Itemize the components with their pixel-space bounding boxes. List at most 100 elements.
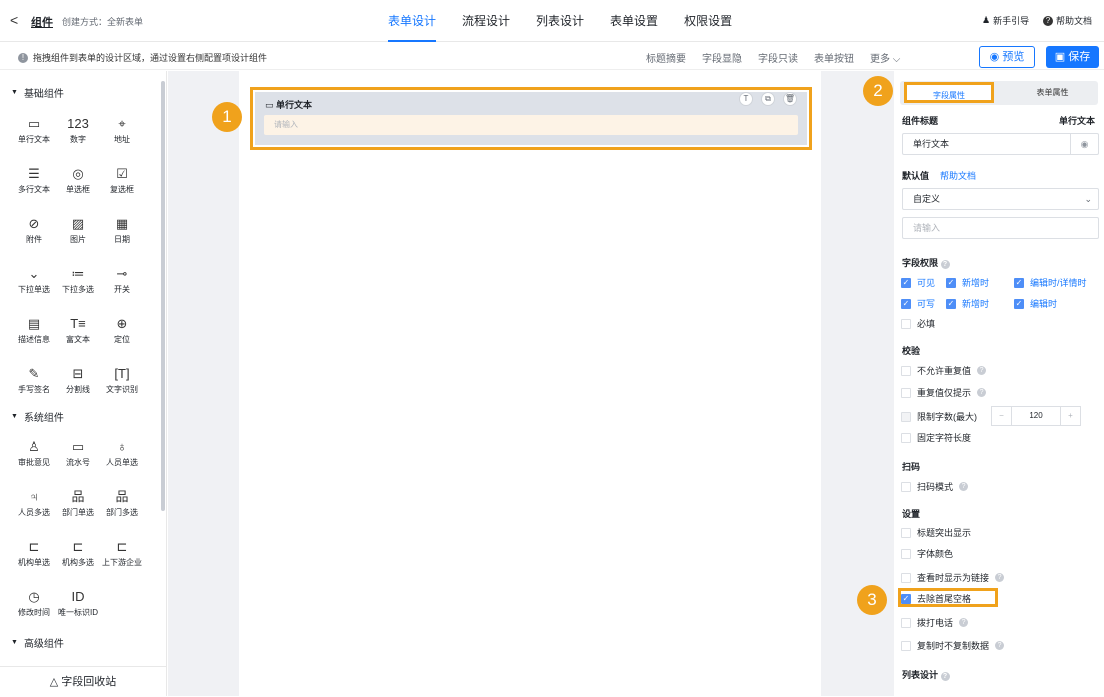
checkbox[interactable] xyxy=(901,318,911,329)
component-item[interactable]: ▦ 日期 xyxy=(98,216,146,245)
tab-field-properties[interactable]: 字段属性 xyxy=(904,82,994,103)
field-input[interactable]: 请输入 xyxy=(264,115,798,135)
form-buttons-button[interactable]: 表单按钮 xyxy=(814,50,854,65)
checkbox[interactable] xyxy=(901,548,911,559)
group-advanced[interactable]: ▼ 高级组件 xyxy=(11,635,64,650)
tab-form-settings[interactable]: 表单设置 xyxy=(597,0,671,42)
tab-form-design[interactable]: 表单设计 xyxy=(375,0,449,42)
component-item[interactable]: ♙ 审批意见 xyxy=(10,439,58,468)
guide-link[interactable]: ♟ 新手引导 xyxy=(982,14,1029,27)
save-button[interactable]: ▣ 保存 xyxy=(1046,46,1099,68)
minus-button[interactable]: − xyxy=(992,407,1012,425)
checkbox-checked[interactable]: ✓ xyxy=(946,277,956,288)
component-item[interactable]: ⊕ 定位 xyxy=(98,316,146,345)
group-system[interactable]: ▼ 系统组件 xyxy=(11,409,64,424)
checkbox[interactable] xyxy=(901,572,911,583)
default-input[interactable]: 请输入 xyxy=(902,217,1099,239)
perm-visible-add[interactable]: ✓ 新增时 xyxy=(946,276,989,289)
perm-visible-edit[interactable]: ✓ 编辑时/详情时 xyxy=(1014,276,1087,289)
component-item[interactable]: [T] 文字识别 xyxy=(98,366,146,395)
perm-writable-edit[interactable]: ✓ 编辑时 xyxy=(1014,297,1057,310)
default-select[interactable]: 自定义 ⌄ xyxy=(902,188,1099,210)
component-item[interactable]: ⌖ 地址 xyxy=(98,116,146,145)
copy-icon[interactable]: ⧉ xyxy=(761,92,775,106)
component-item[interactable]: ⊏ 机构单选 xyxy=(10,539,58,568)
limit-stepper[interactable]: − 120 + xyxy=(991,406,1081,426)
more-dropdown[interactable]: 更多 ⌵ xyxy=(870,50,900,65)
limit-value[interactable]: 120 xyxy=(1012,407,1060,425)
verify-limit-chars[interactable]: 限制字数(最大) xyxy=(901,410,977,423)
component-item[interactable]: ▭ 流水号 xyxy=(54,439,102,468)
component-item[interactable]: ⊘ 附件 xyxy=(10,216,58,245)
component-item[interactable]: ID 唯一标识ID xyxy=(54,589,102,618)
component-item[interactable]: ▤ 描述信息 xyxy=(10,316,58,345)
setting-title-highlight[interactable]: 标题突出显示 xyxy=(901,526,971,539)
group-basic[interactable]: ▼ 基础组件 xyxy=(11,85,64,100)
component-item[interactable]: ✎ 手写签名 xyxy=(10,366,58,395)
component-item[interactable]: ◎ 单选框 xyxy=(54,166,102,195)
perm-required[interactable]: 必填 xyxy=(901,317,935,330)
verify-no-duplicate[interactable]: 不允许重复值? xyxy=(901,364,987,377)
perm-writable-add[interactable]: ✓ 新增时 xyxy=(946,297,989,310)
checkbox-checked[interactable]: ✓ xyxy=(901,593,911,604)
component-item[interactable]: ♁ 人员单选 xyxy=(98,439,146,468)
component-item[interactable]: T≡ 富文本 xyxy=(54,316,102,345)
scan-mode[interactable]: 扫码模式? xyxy=(901,480,969,493)
preview-button[interactable]: ◉ 预览 xyxy=(979,46,1035,68)
help-doc-link[interactable]: 帮助文档 xyxy=(940,169,976,182)
delete-icon[interactable]: 🗑 xyxy=(783,92,797,106)
verify-duplicate-hint[interactable]: 重复值仅提示? xyxy=(901,386,987,399)
title-input[interactable]: 单行文本 ◉ xyxy=(902,133,1099,155)
component-item[interactable]: ⊏ 上下游企业 xyxy=(98,539,146,568)
back-icon[interactable]: < xyxy=(10,12,18,28)
component-item[interactable]: ▨ 图片 xyxy=(54,216,102,245)
setting-call-phone[interactable]: 拨打电话? xyxy=(901,616,969,629)
checkbox-checked[interactable]: ✓ xyxy=(901,277,911,288)
checkbox[interactable] xyxy=(901,432,911,443)
app-title[interactable]: 组件 xyxy=(31,14,53,30)
component-item[interactable]: ☑ 复选框 xyxy=(98,166,146,195)
plus-button[interactable]: + xyxy=(1060,407,1080,425)
scrollbar[interactable] xyxy=(161,81,165,511)
perm-visible[interactable]: ✓ 可见 xyxy=(901,276,935,289)
checkbox-checked[interactable]: ✓ xyxy=(901,298,911,309)
checkbox[interactable] xyxy=(901,387,911,398)
component-item[interactable]: 品部门单选 xyxy=(54,489,102,518)
checkbox-checked[interactable]: ✓ xyxy=(1014,298,1024,309)
eye-icon[interactable]: ◉ xyxy=(1070,134,1098,154)
field-readonly-button[interactable]: 字段只读 xyxy=(758,50,798,65)
component-item[interactable]: ♃ 人员多选 xyxy=(10,489,58,518)
checkbox-checked[interactable]: ✓ xyxy=(1014,277,1024,288)
checkbox[interactable] xyxy=(901,617,911,628)
setting-trim-spaces[interactable]: ✓ 去除首尾空格 xyxy=(901,592,971,605)
checkbox[interactable] xyxy=(901,527,911,538)
tab-list-design[interactable]: 列表设计 xyxy=(523,0,597,42)
checkbox-disabled[interactable] xyxy=(901,411,911,422)
selected-field[interactable]: ▭ 单行文本 T ⧉ 🗑 请输入 xyxy=(250,87,812,150)
component-item[interactable]: ≔ 下拉多选 xyxy=(54,266,102,295)
component-item[interactable]: ⊏ 机构多选 xyxy=(54,539,102,568)
component-item[interactable]: 123 数字 xyxy=(54,116,102,145)
field-recycle-bin[interactable]: △ 字段回收站 xyxy=(0,666,166,696)
tab-form-properties[interactable]: 表单属性 xyxy=(1004,81,1101,105)
help-link[interactable]: ? 帮助文档 xyxy=(1043,14,1092,27)
verify-fixed-length[interactable]: 固定字符长度 xyxy=(901,431,971,444)
tab-permissions[interactable]: 权限设置 xyxy=(671,0,745,42)
component-item[interactable]: ▭ 单行文本 xyxy=(10,116,58,145)
text-format-icon[interactable]: T xyxy=(739,92,753,106)
setting-font-color[interactable]: 字体颜色 xyxy=(901,547,953,560)
title-summary-button[interactable]: 标题摘要 xyxy=(646,50,686,65)
setting-show-link[interactable]: 查看时显示为链接? xyxy=(901,571,1005,584)
checkbox[interactable] xyxy=(901,365,911,376)
checkbox-checked[interactable]: ✓ xyxy=(946,298,956,309)
component-item[interactable]: ◷ 修改时间 xyxy=(10,589,58,618)
setting-no-copy[interactable]: 复制时不复制数据? xyxy=(901,639,1005,652)
component-item[interactable]: ⊟ 分割线 xyxy=(54,366,102,395)
component-item[interactable]: ⊸ 开关 xyxy=(98,266,146,295)
component-item[interactable]: 品部门多选 xyxy=(98,489,146,518)
checkbox[interactable] xyxy=(901,640,911,651)
checkbox[interactable] xyxy=(901,481,911,492)
component-item[interactable]: ☰ 多行文本 xyxy=(10,166,58,195)
component-item[interactable]: ⌄ 下拉单选 xyxy=(10,266,58,295)
field-visibility-button[interactable]: 字段显隐 xyxy=(702,50,742,65)
